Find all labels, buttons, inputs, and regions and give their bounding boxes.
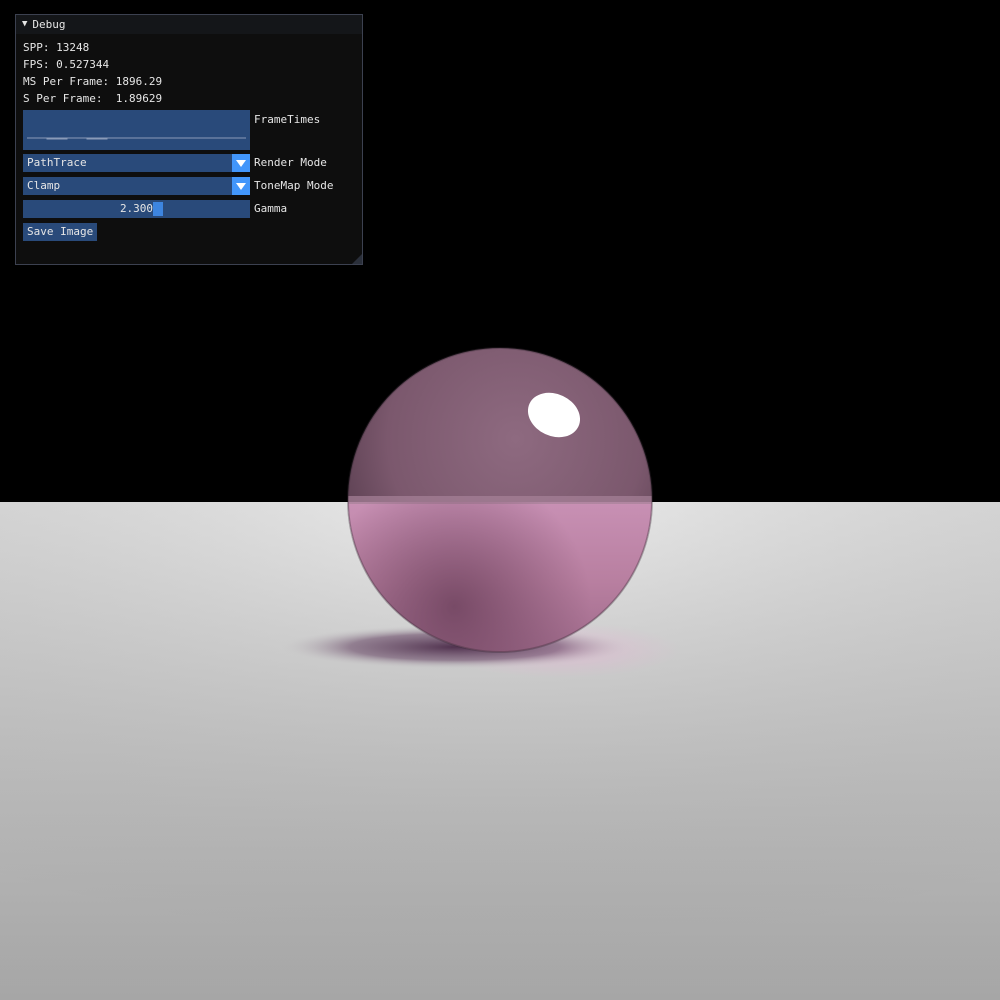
gamma-slider[interactable]: 2.300: [23, 200, 250, 218]
debug-window[interactable]: ▼ Debug SPP: 13248 FPS: 0.527344 MS Per …: [15, 14, 363, 265]
tonemap-mode-dropdown[interactable]: Clamp: [23, 177, 250, 195]
save-image-button[interactable]: Save Image: [23, 223, 98, 241]
frametimes-label: FrameTimes: [254, 113, 321, 126]
s-per-frame-readout: S Per Frame: 1.89629: [23, 92, 163, 105]
gamma-value: 2.300: [119, 202, 154, 215]
render-mode-label: Render Mode: [254, 156, 327, 169]
tonemap-mode-value: Clamp: [27, 179, 61, 192]
frametimes-plot[interactable]: [23, 110, 250, 150]
tonemap-mode-label: ToneMap Mode: [254, 179, 334, 192]
spp-readout: SPP: 13248: [23, 41, 90, 54]
triangle-down-icon[interactable]: ▼: [22, 20, 27, 29]
render-mode-value: PathTrace: [27, 156, 87, 169]
chevron-down-icon[interactable]: [232, 177, 250, 195]
gamma-label: Gamma: [254, 202, 288, 215]
render-mode-dropdown[interactable]: PathTrace: [23, 154, 250, 172]
resize-grip-icon[interactable]: [352, 254, 362, 264]
slider-handle[interactable]: [153, 202, 163, 216]
fps-readout: FPS: 0.527344: [23, 58, 110, 71]
ms-per-frame-readout: MS Per Frame: 1896.29: [23, 75, 163, 88]
chevron-down-icon[interactable]: [232, 154, 250, 172]
window-title: Debug: [32, 18, 66, 31]
window-title-bar[interactable]: ▼ Debug: [16, 15, 362, 34]
